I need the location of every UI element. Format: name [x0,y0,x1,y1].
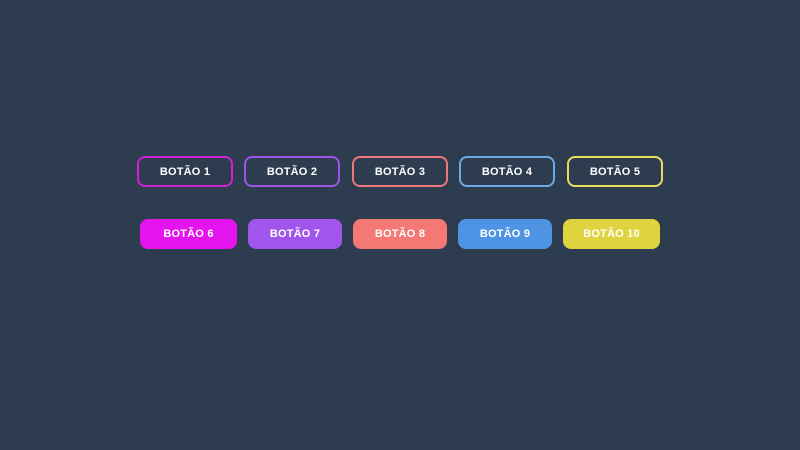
outline-button-5[interactable]: BOTÃO 5 [567,156,663,187]
outline-button-3[interactable]: BOTÃO 3 [352,156,448,187]
filled-button-8[interactable]: BOTÃO 8 [353,219,447,249]
filled-button-10[interactable]: BOTÃO 10 [563,219,660,249]
outline-button-4[interactable]: BOTÃO 4 [459,156,555,187]
outline-button-1[interactable]: BOTÃO 1 [137,156,233,187]
filled-button-7[interactable]: BOTÃO 7 [248,219,342,249]
outline-button-2[interactable]: BOTÃO 2 [244,156,340,187]
filled-button-6[interactable]: BOTÃO 6 [140,219,237,249]
filled-button-9[interactable]: BOTÃO 9 [458,219,552,249]
